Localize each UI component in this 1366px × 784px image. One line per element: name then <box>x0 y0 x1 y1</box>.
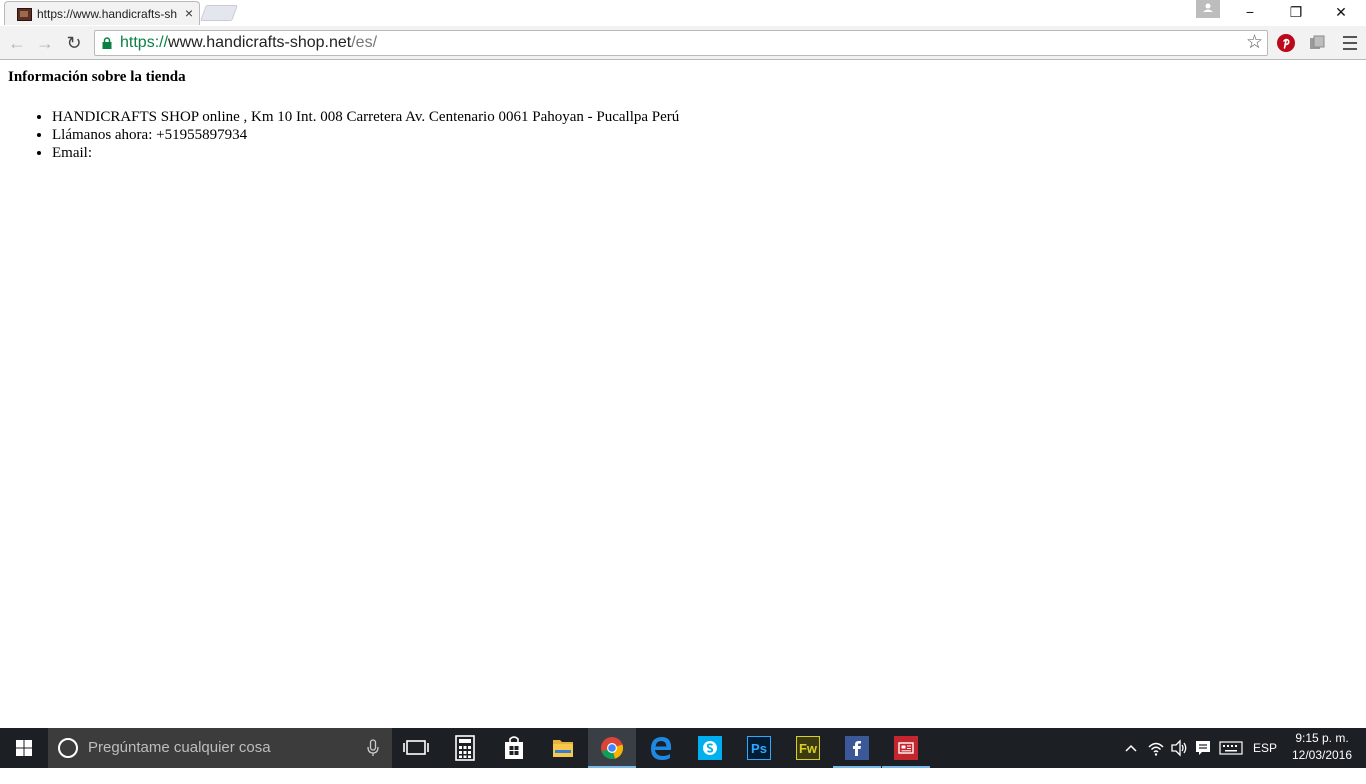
address-bar[interactable]: https://www.handicrafts-shop.net/es/ ☆ <box>94 30 1268 56</box>
photoshop-icon: Ps <box>747 736 771 760</box>
chrome-menu-button[interactable] <box>1340 32 1360 54</box>
input-language[interactable]: ESP <box>1250 728 1280 768</box>
chrome-icon <box>601 737 624 760</box>
clock-time: 9:15 p. m. <box>1295 731 1349 745</box>
page-content: Información sobre la tienda HANDICRAFTS … <box>0 60 1366 728</box>
tab-title: https://www.handicrafts-sh <box>37 7 177 21</box>
back-arrow-icon: ← <box>8 33 26 53</box>
taskbar-chrome[interactable] <box>588 728 636 768</box>
fireworks-icon: Fw <box>796 736 820 760</box>
network-button[interactable] <box>1144 728 1168 768</box>
chevron-up-icon <box>1125 744 1137 752</box>
profile-button[interactable] <box>1196 0 1220 18</box>
minimize-icon: − <box>1245 4 1255 20</box>
taskbar-fireworks[interactable]: Fw <box>784 728 832 768</box>
cortana-icon <box>58 738 78 758</box>
taskbar-store[interactable] <box>490 728 538 768</box>
extension-button[interactable] <box>1306 32 1328 54</box>
show-hidden-icons-button[interactable] <box>1120 728 1142 768</box>
browser-titlebar: https://www.handicrafts-sh × − ❐ ✕ <box>0 0 1366 26</box>
lock-icon <box>102 37 112 49</box>
store-info-heading: Información sobre la tienda <box>8 69 186 85</box>
url-path: /es/ <box>351 34 378 51</box>
person-icon <box>1203 3 1213 12</box>
taskbar-file-explorer[interactable] <box>539 728 587 768</box>
microphone-icon[interactable] <box>366 738 380 758</box>
restore-button[interactable]: ❐ <box>1273 0 1319 24</box>
store-bag-icon <box>505 736 523 759</box>
folder-icon <box>553 740 573 757</box>
minimize-button[interactable]: − <box>1227 0 1273 24</box>
reload-icon: ↻ <box>66 33 82 53</box>
start-button[interactable] <box>0 728 48 768</box>
browser-tab[interactable]: https://www.handicrafts-sh × <box>4 1 200 25</box>
forward-arrow-icon: → <box>36 33 54 53</box>
notification-icon <box>1196 741 1210 755</box>
touch-keyboard-button[interactable] <box>1217 728 1245 768</box>
search-placeholder: Pregúntame cualquier cosa <box>88 739 271 756</box>
back-button[interactable]: ← <box>6 32 28 54</box>
calculator-icon <box>455 735 475 761</box>
windows-logo-icon <box>16 740 32 756</box>
hamburger-menu-icon <box>1340 36 1360 50</box>
edge-icon <box>651 737 672 760</box>
clock-date: 12/03/2016 <box>1291 748 1353 762</box>
reload-button[interactable]: ↻ <box>63 32 85 54</box>
taskbar-calculator[interactable] <box>441 728 489 768</box>
facebook-icon <box>845 736 869 760</box>
site-favicon-icon <box>17 8 32 21</box>
forward-button[interactable]: → <box>34 32 56 54</box>
close-icon: ✕ <box>1335 4 1347 20</box>
taskbar-facebook[interactable] <box>833 728 881 768</box>
restore-icon: ❐ <box>1289 4 1303 20</box>
tab-close-icon[interactable]: × <box>182 5 196 21</box>
url-text: https://www.handicrafts-shop.net/es/ <box>120 34 377 52</box>
url-host: www.handicrafts-shop.net <box>168 34 352 51</box>
extension-icon <box>1310 35 1325 49</box>
store-phone-item: Llámanos ahora: +51955897934 <box>52 126 679 144</box>
keyboard-icon <box>1219 741 1243 755</box>
taskbar-photoshop[interactable]: Ps <box>735 728 783 768</box>
store-address-item: HANDICRAFTS SHOP online , Km 10 Int. 008… <box>52 108 679 126</box>
volume-button[interactable] <box>1168 728 1190 768</box>
store-email-item: Email: <box>52 144 679 162</box>
url-scheme: https:// <box>120 34 169 51</box>
taskbar-clock[interactable]: 9:15 p. m. 12/03/2016 <box>1284 730 1360 766</box>
close-window-button[interactable]: ✕ <box>1318 0 1364 24</box>
speaker-icon <box>1171 739 1187 757</box>
taskbar-edge[interactable] <box>637 728 685 768</box>
taskbar-news[interactable] <box>882 728 930 768</box>
task-view-icon <box>403 740 429 755</box>
pinterest-icon <box>1277 34 1295 52</box>
store-info-list: HANDICRAFTS SHOP online , Km 10 Int. 008… <box>8 108 679 162</box>
task-view-button[interactable] <box>392 728 440 768</box>
taskbar-skype[interactable] <box>686 728 734 768</box>
windows-taskbar: Pregúntame cualquier cosa Ps Fw ESP 9:15… <box>0 728 1366 768</box>
pinterest-extension-button[interactable] <box>1275 32 1297 54</box>
bookmark-star-icon[interactable]: ☆ <box>1246 33 1263 53</box>
skype-icon <box>698 736 722 760</box>
news-icon <box>894 736 918 760</box>
cortana-search-box[interactable]: Pregúntame cualquier cosa <box>48 728 392 768</box>
wifi-icon <box>1148 742 1164 756</box>
action-center-button[interactable] <box>1192 728 1214 768</box>
new-tab-button[interactable] <box>200 5 238 21</box>
browser-toolbar: ← → ↻ https://www.handicrafts-shop.net/e… <box>0 26 1366 60</box>
